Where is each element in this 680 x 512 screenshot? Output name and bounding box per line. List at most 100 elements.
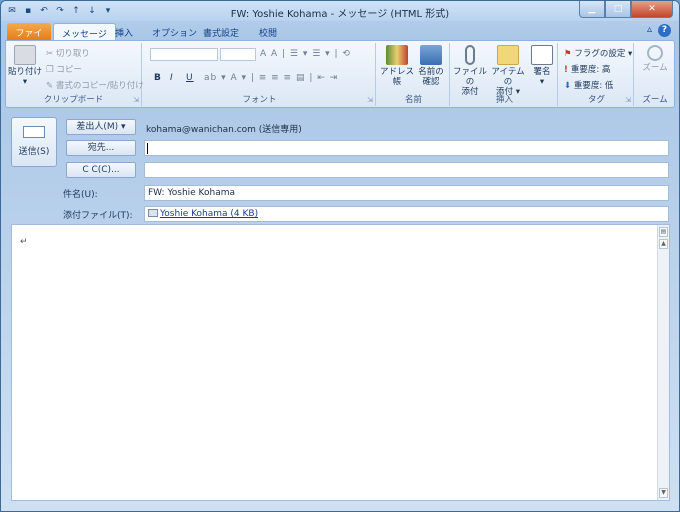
clipboard-group: 貼り付け ▾ ✂ 切り取り ❐ コピー ✎ 書式のコピー/貼り付け クリップボード… xyxy=(6,43,144,106)
insert-group: ファイルの 添付 アイテムの 添付 ▾ 署名 ▾ 挿入 xyxy=(452,43,558,106)
zoom-button[interactable]: ズーム xyxy=(638,45,672,73)
format-painter-label: 書式のコピー/貼り付け xyxy=(55,81,144,91)
attach-file-label-1: ファイルの xyxy=(452,67,487,87)
attachment-name: Yoshie Kohama (4 KB) xyxy=(160,209,259,219)
text-cursor xyxy=(147,143,148,154)
signature-icon xyxy=(531,45,553,65)
scroll-up-icon[interactable]: ▲ xyxy=(659,239,668,249)
close-button[interactable]: ✕ xyxy=(631,1,673,18)
paragraph-mark: ↵ xyxy=(20,237,28,247)
font-size-buttons[interactable]: A A | ☰ ▾ ☰ ▾ | ⟲ xyxy=(260,49,351,59)
check-names-label-1: 名前の xyxy=(418,67,444,77)
flag-button[interactable]: ⚑ フラグの設定 ▾ xyxy=(564,47,632,59)
tab-review[interactable]: 校閲 xyxy=(251,23,285,41)
flag-label: フラグの設定 ▾ xyxy=(574,49,633,59)
cut-button[interactable]: ✂ 切り取り xyxy=(46,47,90,59)
message-header: 送信(S) 差出人(M) ▾ kohama@wanichan.com (送信専用… xyxy=(5,109,675,224)
copy-label: コピー xyxy=(56,65,82,75)
dialog-launcher-icon[interactable]: ⇲ xyxy=(133,96,139,104)
copy-icon: ❐ xyxy=(46,65,57,75)
tags-dialog-launcher-icon[interactable]: ⇲ xyxy=(625,96,631,104)
cc-button[interactable]: C C(C)... xyxy=(66,162,136,178)
cut-label: 切り取り xyxy=(55,49,90,59)
names-group: アドレス帳 名前の 確認 名前 xyxy=(378,43,450,106)
attachment-field[interactable]: Yoshie Kohama (4 KB) xyxy=(144,206,669,222)
high-importance-label: 重要度: 高 xyxy=(570,65,611,75)
address-book-label: アドレス帳 xyxy=(380,67,415,87)
address-book-icon xyxy=(386,45,408,65)
to-field[interactable] xyxy=(144,140,669,156)
attach-file-button[interactable]: ファイルの 添付 xyxy=(452,45,488,97)
font-size-combo[interactable] xyxy=(220,48,256,61)
brush-icon: ✎ xyxy=(46,81,56,91)
title-bar: ✉ ▪ ↶ ↷ ↑ ↓ ▾ FW: Yoshie Kohama - メッセージ … xyxy=(1,1,679,21)
address-book-button[interactable]: アドレス帳 xyxy=(380,45,414,87)
italic-button[interactable]: I xyxy=(170,73,174,83)
zoom-group-label: ズーム xyxy=(642,95,668,105)
format-painter-button[interactable]: ✎ 書式のコピー/貼り付け xyxy=(46,79,144,91)
outlook-message-window: ✉ ▪ ↶ ↷ ↑ ↓ ▾ FW: Yoshie Kohama - メッセージ … xyxy=(0,0,680,512)
high-importance-icon: ! xyxy=(564,65,571,75)
from-value: kohama@wanichan.com (送信専用) xyxy=(146,125,302,135)
font-group-label: フォント xyxy=(242,95,277,105)
maximize-button[interactable]: □ xyxy=(605,1,631,18)
scroll-down-icon[interactable]: ▼ xyxy=(659,488,668,498)
signature-button[interactable]: 署名 ▾ xyxy=(528,45,556,87)
help-icon[interactable]: ? xyxy=(658,24,671,37)
cc-field[interactable] xyxy=(144,162,669,178)
to-button[interactable]: 宛先... xyxy=(66,140,136,156)
paste-button[interactable]: 貼り付け ▾ xyxy=(8,45,42,87)
vertical-scrollbar[interactable]: ▤ ▲ ▼ xyxy=(657,225,669,500)
zoom-label: ズーム xyxy=(642,63,668,73)
ribbon: 貼り付け ▾ ✂ 切り取り ❐ コピー ✎ 書式のコピー/貼り付け クリップボード… xyxy=(5,40,675,108)
font-group: A A | ☰ ▾ ☰ ▾ | ⟲ B I U ab ▾ A ▾ | ≡ ≡ ≡… xyxy=(144,43,376,106)
ruler-toggle-icon[interactable]: ▤ xyxy=(659,227,668,237)
paste-icon xyxy=(14,45,36,65)
minimize-button[interactable]: ▁ xyxy=(579,1,605,18)
ribbon-tabs: ファイル メッセージ 挿入 オプション 書式設定 校閲 ▵? xyxy=(1,21,679,52)
bold-button[interactable]: B xyxy=(154,73,162,83)
send-icon xyxy=(23,126,45,138)
attachment-label: 添付ファイル(T): xyxy=(63,211,133,221)
attach-item-label-1: アイテムの xyxy=(491,67,525,87)
low-importance-icon: ⬇ xyxy=(564,81,574,91)
subject-field[interactable]: FW: Yoshie Kohama xyxy=(144,185,669,201)
font-dialog-launcher-icon[interactable]: ⇲ xyxy=(367,96,373,104)
flag-icon: ⚑ xyxy=(564,49,575,59)
names-group-label: 名前 xyxy=(404,95,422,105)
font-color-buttons[interactable]: ab ▾ A ▾ | ≡ ≡ ≡ ▤ | ⇤ ⇥ xyxy=(204,73,338,83)
attach-item-button[interactable]: アイテムの 添付 ▾ xyxy=(488,45,528,97)
low-importance-label: 重要度: 低 xyxy=(573,81,614,91)
paperclip-icon xyxy=(465,45,475,65)
tags-group: ⚑ フラグの設定 ▾ ! 重要度: 高 ⬇ 重要度: 低 タグ ⇲ xyxy=(560,43,634,106)
copy-button[interactable]: ❐ コピー xyxy=(46,63,82,75)
check-names-label-2: 確認 xyxy=(422,77,440,87)
zoom-group: ズーム ズーム xyxy=(636,43,674,106)
tags-group-label: タグ xyxy=(587,95,605,105)
tab-insert[interactable]: 挿入 xyxy=(107,23,141,41)
magnifier-icon xyxy=(647,45,663,61)
tab-format[interactable]: 書式設定 xyxy=(195,23,247,41)
paste-label: 貼り付け xyxy=(8,67,43,77)
subject-label: 件名(U): xyxy=(63,190,98,200)
send-button[interactable]: 送信(S) xyxy=(11,117,57,167)
window-title: FW: Yoshie Kohama - メッセージ (HTML 形式) xyxy=(230,9,450,20)
from-button[interactable]: 差出人(M) ▾ xyxy=(66,119,136,135)
signature-label: 署名 xyxy=(533,67,551,77)
insert-group-label: 挿入 xyxy=(495,95,513,105)
envelope-icon xyxy=(497,45,519,65)
message-body[interactable]: ↵ ▤ ▲ ▼ xyxy=(11,224,670,501)
check-names-button[interactable]: 名前の 確認 xyxy=(414,45,448,87)
font-name-combo[interactable] xyxy=(150,48,218,61)
underline-button[interactable]: U xyxy=(186,73,194,83)
check-names-icon xyxy=(420,45,442,65)
low-importance-button[interactable]: ⬇ 重要度: 低 xyxy=(564,79,613,91)
high-importance-button[interactable]: ! 重要度: 高 xyxy=(564,63,610,75)
attachment-item[interactable]: Yoshie Kohama (4 KB) xyxy=(148,209,258,219)
collapse-ribbon-icon[interactable]: ▵ xyxy=(647,24,652,35)
attachment-icon xyxy=(148,209,158,217)
send-label: 送信(S) xyxy=(18,147,50,157)
clipboard-group-label: クリップボード xyxy=(43,95,104,105)
tab-file[interactable]: ファイル xyxy=(7,23,51,52)
scissors-icon: ✂ xyxy=(46,49,56,59)
